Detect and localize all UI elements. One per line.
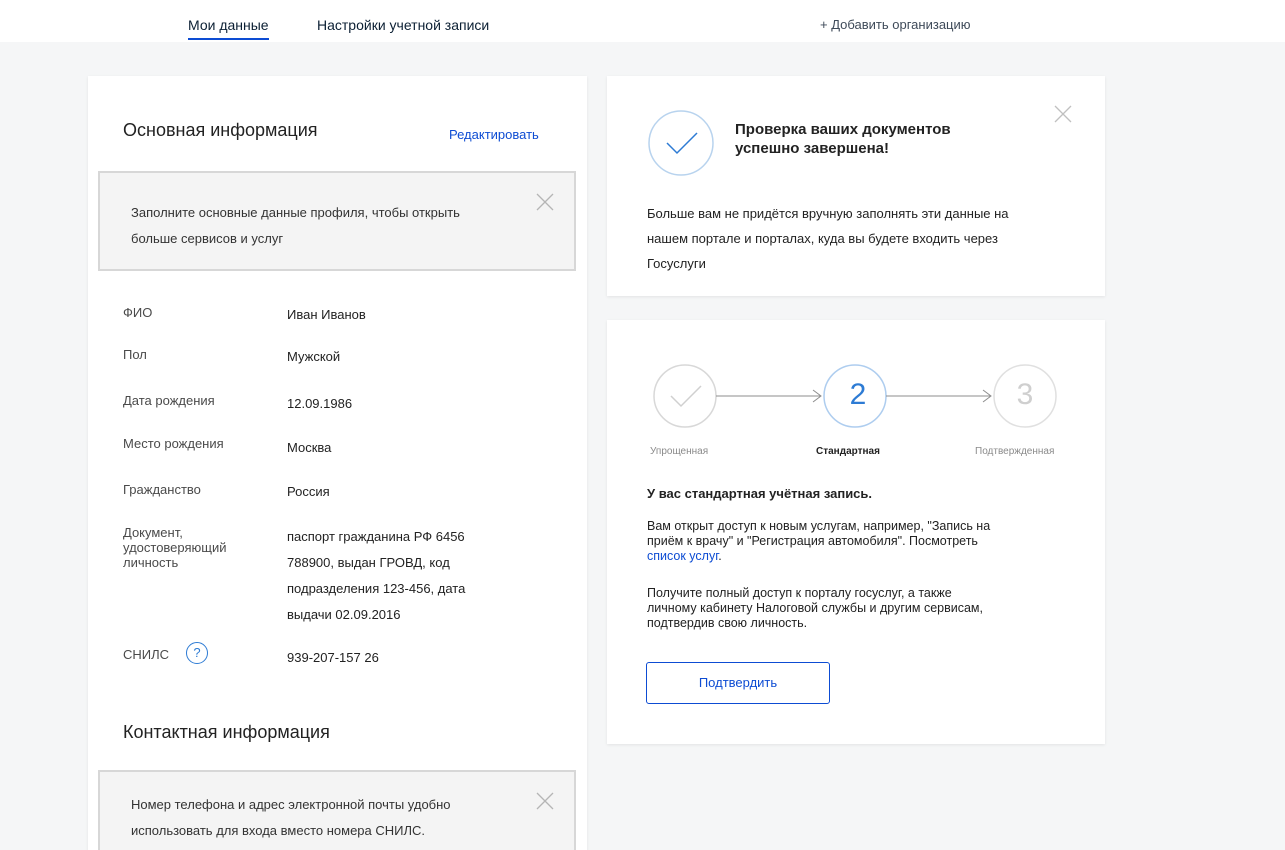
edit-link[interactable]: Редактировать bbox=[449, 127, 539, 142]
close-icon[interactable] bbox=[536, 792, 554, 810]
field-label-birth-place: Место рождения bbox=[123, 436, 224, 451]
field-value-identity-document: паспорт гражданина РФ 6456 788900, выдан… bbox=[287, 524, 517, 628]
field-value-citizenship: Россия bbox=[287, 484, 330, 499]
field-label-fio: ФИО bbox=[123, 305, 153, 320]
access-paragraph: Вам открыт доступ к новым услугам, напри… bbox=[647, 519, 1067, 564]
field-value-birth-date: 12.09.1986 bbox=[287, 396, 353, 411]
step-label-standard: Стандартная bbox=[816, 446, 880, 457]
paragraph-line: приём к врачу" и "Регистрация автомобиля… bbox=[647, 534, 978, 548]
add-organization-link[interactable]: + Добавить организацию bbox=[820, 17, 971, 32]
paragraph-line: подтвердив свою личность. bbox=[647, 616, 808, 630]
account-status-heading: У вас стандартная учётная запись. bbox=[647, 486, 873, 501]
body-line: нашем портале и порталах, куда вы будете… bbox=[647, 231, 998, 246]
value-line: подразделения 123-456, дата bbox=[287, 581, 466, 596]
connector-arrow-icon bbox=[886, 389, 992, 403]
paragraph-line: список услуг. bbox=[647, 549, 1067, 564]
field-label-identity-document: Документ, удостоверяющий личность bbox=[123, 525, 227, 570]
services-list-link[interactable]: список услуг bbox=[647, 549, 718, 563]
verification-title: Проверка ваших документов успешно заверш… bbox=[735, 120, 951, 158]
field-value-gender: Мужской bbox=[287, 349, 341, 364]
tab-my-data[interactable]: Мои данные bbox=[188, 17, 269, 40]
profile-notice-line: больше сервисов и услуг bbox=[131, 231, 284, 246]
title-line: Проверка ваших документов bbox=[735, 121, 951, 138]
close-icon[interactable] bbox=[536, 193, 554, 211]
contact-notice-text: Номер телефона и адрес электронной почты… bbox=[131, 792, 451, 844]
field-value-snils: 939-207-157 26 bbox=[287, 650, 379, 665]
field-value-fio: Иван Иванов bbox=[287, 307, 366, 322]
contact-notice-line: использовать для входа вместо номера СНИ… bbox=[131, 823, 426, 838]
contact-notice-line: Номер телефона и адрес электронной почты… bbox=[131, 797, 451, 812]
contact-info-title: Контактная информация bbox=[123, 722, 330, 742]
field-label-snils: СНИЛС bbox=[123, 647, 170, 662]
field-label-birth-date: Дата рождения bbox=[123, 393, 215, 408]
label-line: Документ, bbox=[123, 525, 183, 540]
label-line: удостоверяющий bbox=[123, 540, 227, 555]
step-3-number: 3 bbox=[1016, 378, 1034, 411]
label-line: личность bbox=[123, 555, 179, 570]
value-line: 788900, выдан ГРОВД, код bbox=[287, 555, 450, 570]
help-icon[interactable]: ? bbox=[186, 642, 208, 664]
confirm-button[interactable]: Подтвердить bbox=[646, 662, 830, 704]
value-line: паспорт гражданина РФ 6456 bbox=[287, 529, 465, 544]
body-line: Госуслуги bbox=[647, 256, 706, 271]
paragraph-line: личному кабинету Налоговой службы и друг… bbox=[647, 601, 983, 615]
step-label-simplified: Упрощенная bbox=[650, 446, 709, 457]
step-2-number: 2 bbox=[849, 378, 867, 411]
field-label-gender: Пол bbox=[123, 347, 147, 362]
close-icon[interactable] bbox=[1054, 105, 1072, 123]
step-1-check-icon bbox=[653, 364, 717, 428]
body-line: Больше вам не придётся вручную заполнять… bbox=[647, 206, 1009, 221]
punctuation: . bbox=[718, 549, 722, 563]
step-label-confirmed: Подтвержденная bbox=[975, 446, 1055, 457]
basic-info-title: Основная информация bbox=[123, 120, 318, 140]
paragraph-line: Получите полный доступ к порталу госуслу… bbox=[647, 586, 952, 600]
value-line: выдачи 02.09.2016 bbox=[287, 607, 401, 622]
check-circle-icon bbox=[647, 109, 715, 182]
full-access-paragraph: Получите полный доступ к порталу госуслу… bbox=[647, 586, 1067, 631]
field-value-birth-place: Москва bbox=[287, 440, 332, 455]
title-line: успешно завершена! bbox=[735, 140, 889, 157]
field-label-citizenship: Гражданство bbox=[123, 482, 201, 497]
tab-account-settings[interactable]: Настройки учетной записи bbox=[317, 17, 489, 33]
top-nav: Мои данные Настройки учетной записи + До… bbox=[0, 0, 1285, 42]
verification-body: Больше вам не придётся вручную заполнять… bbox=[647, 201, 1077, 276]
profile-notice-line: Заполните основные данные профиля, чтобы… bbox=[131, 205, 460, 220]
profile-notice-text: Заполните основные данные профиля, чтобы… bbox=[131, 200, 460, 252]
connector-arrow-icon bbox=[716, 389, 822, 403]
paragraph-line: Вам открыт доступ к новым услугам, напри… bbox=[647, 519, 991, 533]
